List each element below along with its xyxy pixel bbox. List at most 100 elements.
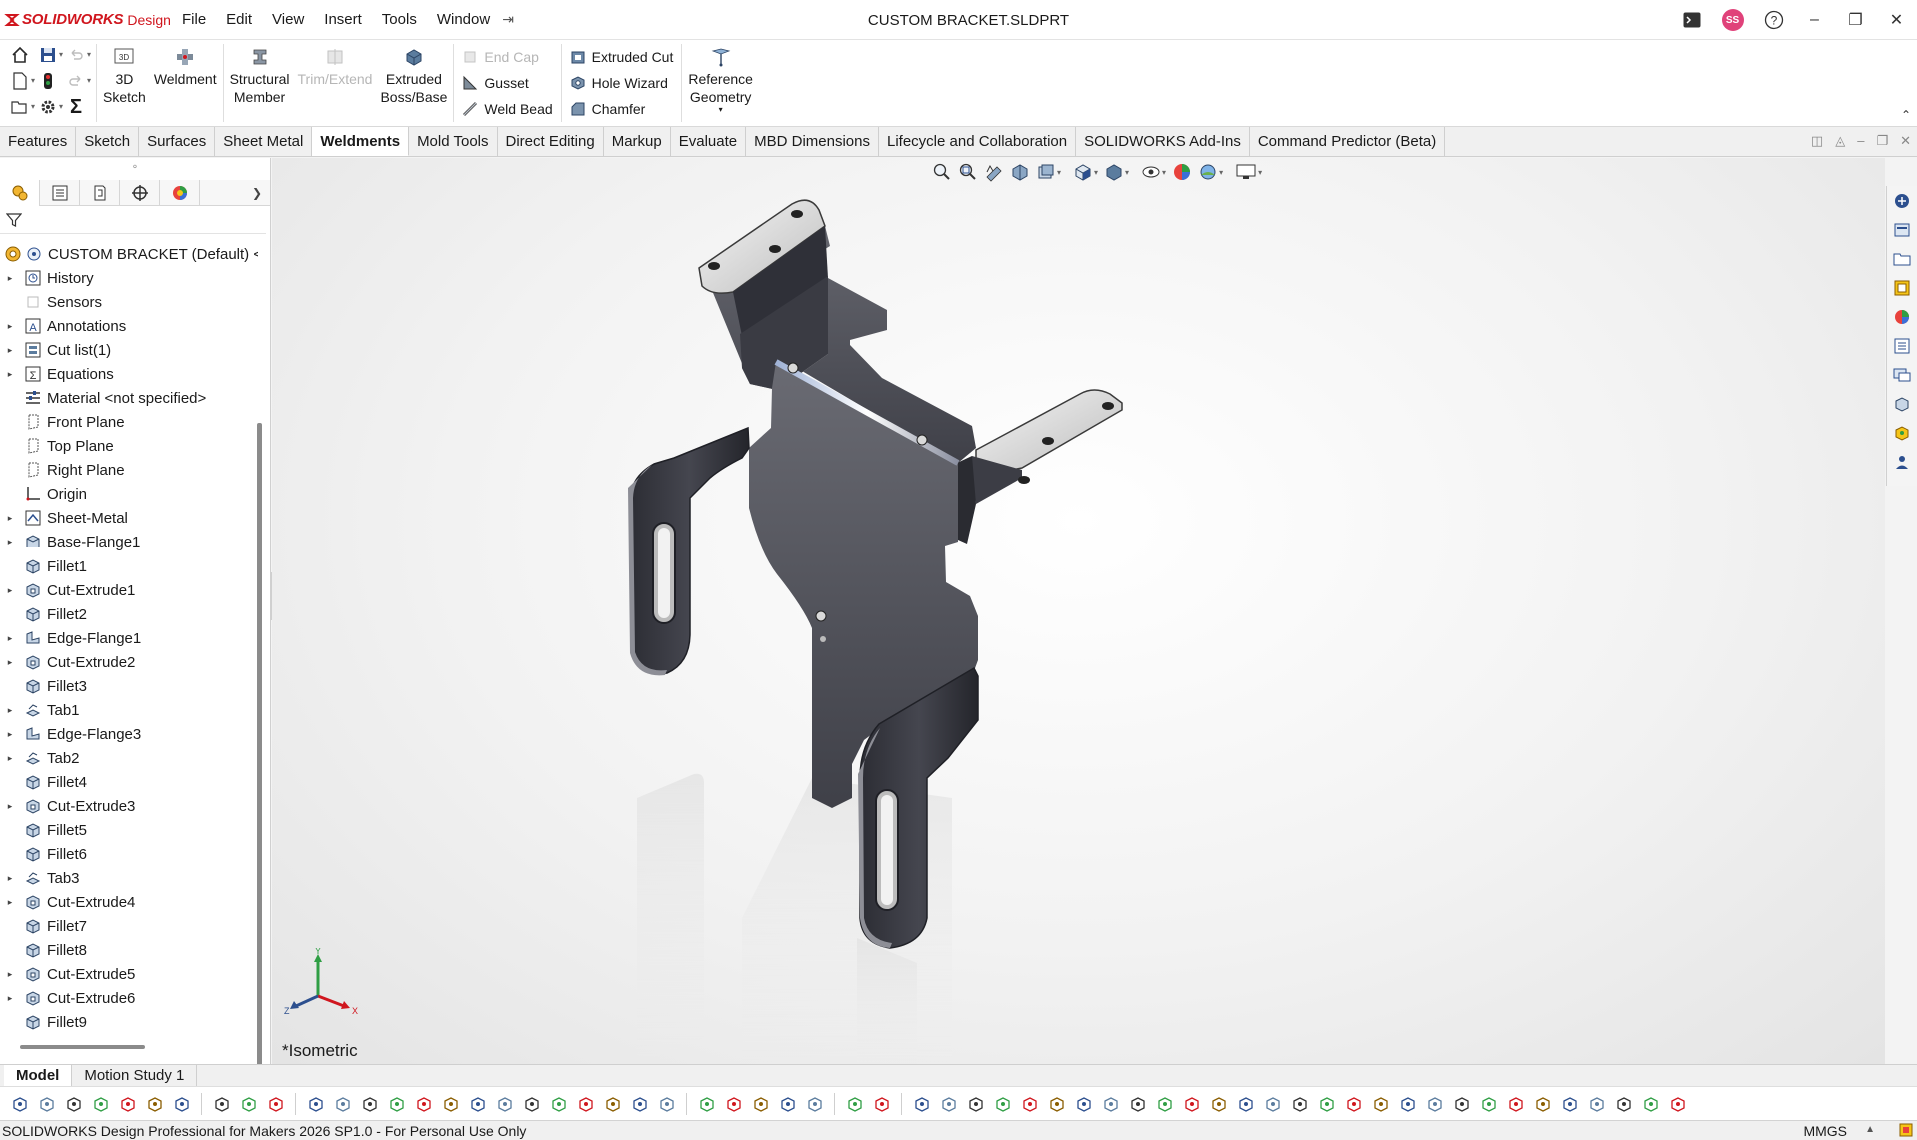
pan-icon[interactable] [410, 1090, 437, 1118]
area-hatch-icon[interactable] [1529, 1090, 1556, 1118]
trim-extend-button[interactable]: Trim/Extend [294, 40, 377, 126]
tree-item-tab3[interactable]: ▸ Tab3 [0, 866, 258, 890]
app-logo[interactable]: SOLIDWORKS Design [0, 11, 172, 28]
panel-splitter[interactable]: ⚬ [0, 158, 270, 180]
filter-faces-icon[interactable] [720, 1090, 747, 1118]
expand-chevron-icon[interactable]: ▸ [4, 729, 16, 740]
mirror-entities-icon[interactable] [141, 1090, 168, 1118]
tree-item-fillet7[interactable]: Fillet7 [0, 914, 258, 938]
extruded-boss-base-button[interactable]: Extruded Boss/Base [376, 40, 451, 126]
zoom-fit-icon[interactable] [329, 1090, 356, 1118]
tree-item-origin[interactable]: Origin [0, 482, 258, 506]
custom-properties-icon[interactable] [1887, 331, 1917, 360]
tree-item-cut-extrude6[interactable]: ▸ Cut-Extrude6 [0, 986, 258, 1010]
circle-icon[interactable] [1016, 1090, 1043, 1118]
command-prompt-icon[interactable] [1671, 0, 1712, 40]
center-mark-icon[interactable] [1475, 1090, 1502, 1118]
tree-item-fillet5[interactable]: Fillet5 [0, 818, 258, 842]
tree-item-fillet2[interactable]: Fillet2 [0, 602, 258, 626]
magnetic-line-icon[interactable] [1664, 1090, 1691, 1118]
expand-chevron-icon[interactable]: ▸ [4, 897, 16, 908]
tab-mold-tools[interactable]: Mold Tools [409, 127, 498, 156]
panel-tabs-more-icon[interactable]: ❯ [252, 186, 270, 200]
sensor-icon[interactable] [626, 1090, 653, 1118]
close-window-button[interactable]: ✕ [1876, 0, 1917, 40]
sketch-line-icon[interactable] [60, 1090, 87, 1118]
expand-chevron-icon[interactable]: ▸ [4, 801, 16, 812]
select-other-icon[interactable] [868, 1090, 895, 1118]
unit-system-caret-icon[interactable]: ▲ [1865, 1124, 1875, 1135]
surface-finish-icon[interactable] [1394, 1090, 1421, 1118]
tree-item-material-not-specified[interactable]: Material <not specified> [0, 386, 258, 410]
solidworks-resources-icon[interactable] [1887, 186, 1917, 215]
tree-vertical-scrollbar[interactable] [257, 423, 262, 1140]
expand-chevron-icon[interactable]: ▸ [4, 345, 16, 356]
tab-markup[interactable]: Markup [603, 127, 671, 156]
tab-motion-study-1[interactable]: Motion Study 1 [72, 1065, 198, 1086]
structural-member-button[interactable]: Structural Member [226, 40, 294, 126]
geometric-tolerance-icon[interactable] [1367, 1090, 1394, 1118]
check-icon[interactable] [545, 1090, 572, 1118]
expand-chevron-icon[interactable]: ▸ [4, 537, 16, 548]
save-icon[interactable]: ▾ [34, 42, 63, 68]
polygon-icon[interactable] [1070, 1090, 1097, 1118]
block-icon[interactable] [1556, 1090, 1583, 1118]
hole-wizard-button[interactable]: Hole Wizard [570, 70, 674, 96]
rotate-view-icon[interactable] [383, 1090, 410, 1118]
filter-features-icon[interactable] [801, 1090, 828, 1118]
roll-view-icon[interactable] [437, 1090, 464, 1118]
tree-item-fillet1[interactable]: Fillet1 [0, 554, 258, 578]
rebuild-icon[interactable] [302, 1090, 329, 1118]
forum-icon[interactable] [1887, 360, 1917, 389]
menu-view[interactable]: View [262, 11, 314, 28]
bracket-3d-model[interactable] [272, 158, 1885, 1064]
record-icon[interactable] [235, 1090, 262, 1118]
screen-capture-icon[interactable] [208, 1090, 235, 1118]
offset-entities-icon[interactable] [114, 1090, 141, 1118]
tree-item-edge-flange1[interactable]: ▸ Edge-Flange1 [0, 626, 258, 650]
tree-item-tab1[interactable]: ▸ Tab1 [0, 698, 258, 722]
slot-icon[interactable] [989, 1090, 1016, 1118]
options-gear-icon[interactable]: ▾ [34, 94, 63, 120]
dimension-icon[interactable] [1259, 1090, 1286, 1118]
tree-item-cut-extrude2[interactable]: ▸ Cut-Extrude2 [0, 650, 258, 674]
linear-pattern-icon[interactable] [168, 1090, 195, 1118]
expand-chevron-icon[interactable]: ▸ [4, 585, 16, 596]
relation-icon[interactable] [1232, 1090, 1259, 1118]
tree-item-fillet9[interactable]: Fillet9 [0, 1010, 258, 1032]
menu-window[interactable]: Window [427, 11, 500, 28]
tile-left-icon[interactable]: ◫ [1811, 133, 1823, 149]
tab-lifecycle-collaboration[interactable]: Lifecycle and Collaboration [878, 127, 1077, 156]
filter-vertices-icon[interactable] [747, 1090, 774, 1118]
tab-command-predictor[interactable]: Command Predictor (Beta) [1249, 127, 1446, 156]
ellipse-icon[interactable] [1124, 1090, 1151, 1118]
tab-evaluate[interactable]: Evaluate [670, 127, 747, 156]
spline-icon[interactable] [1097, 1090, 1124, 1118]
undo-icon[interactable]: ▾ [62, 42, 91, 68]
tree-item-history[interactable]: ▸ History [0, 266, 258, 290]
rebuild-status-icon[interactable] [1899, 1123, 1913, 1140]
tree-item-equations[interactable]: ▸ Σ Equations [0, 362, 258, 386]
sketch-text-icon[interactable] [1151, 1090, 1178, 1118]
interference-icon[interactable] [572, 1090, 599, 1118]
tree-filter[interactable] [0, 206, 266, 234]
balloon-icon[interactable] [1313, 1090, 1340, 1118]
chamfer-button[interactable]: Chamfer [570, 96, 674, 122]
home-icon[interactable] [6, 42, 34, 68]
expand-chevron-icon[interactable]: ▸ [4, 273, 16, 284]
rectangle-icon[interactable] [962, 1090, 989, 1118]
tree-item-fillet3[interactable]: Fillet3 [0, 674, 258, 698]
tree-item-cut-extrude3[interactable]: ▸ Cut-Extrude3 [0, 794, 258, 818]
expand-chevron-icon[interactable]: ▸ [4, 657, 16, 668]
view-palette-icon[interactable] [1887, 273, 1917, 302]
extend-icon[interactable] [1205, 1090, 1232, 1118]
menu-edit[interactable]: Edit [216, 11, 262, 28]
filter-edges-icon[interactable] [693, 1090, 720, 1118]
tab-sketch[interactable]: Sketch [76, 127, 140, 156]
revision-symbol-icon[interactable] [1583, 1090, 1610, 1118]
point-icon[interactable] [908, 1090, 935, 1118]
cosmetic-thread-icon[interactable] [1637, 1090, 1664, 1118]
sum-sigma-icon[interactable]: Σ [62, 94, 90, 120]
tab-surfaces[interactable]: Surfaces [139, 127, 216, 156]
file-explorer-icon[interactable] [1887, 244, 1917, 273]
